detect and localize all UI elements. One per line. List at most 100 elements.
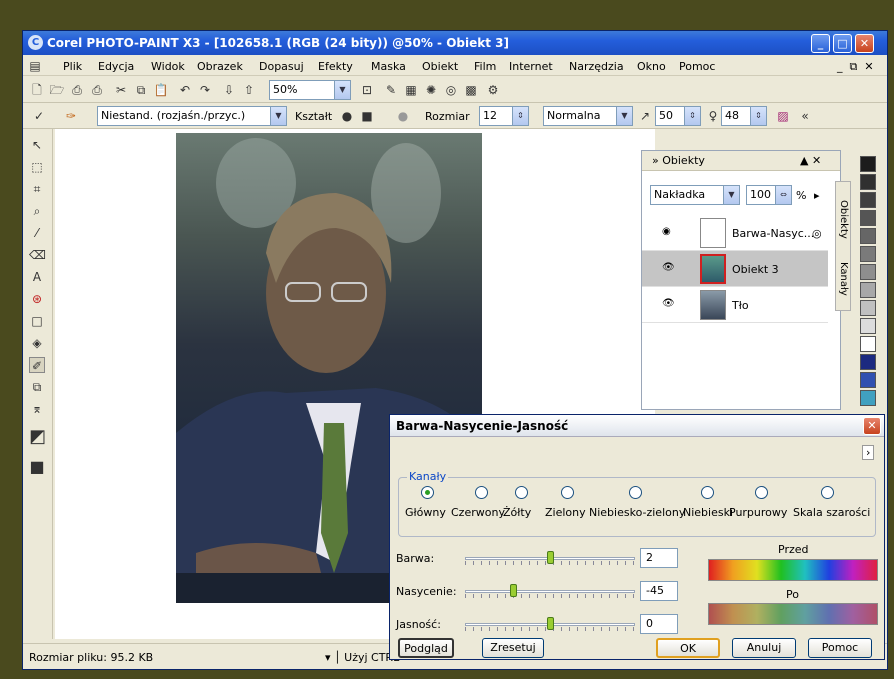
redo-icon[interactable]: ↷ (197, 82, 213, 98)
swatch-gray-7[interactable] (860, 282, 876, 298)
transparency-input[interactable]: 48 ⇕ (721, 106, 767, 126)
menu-film[interactable]: Film (474, 60, 496, 73)
undo-icon[interactable]: ↶ (177, 82, 193, 98)
print-icon[interactable]: ⎙ (89, 82, 105, 98)
hue-slider[interactable] (465, 551, 635, 565)
reset-button[interactable]: Zresetuj (482, 638, 544, 658)
lightness-input[interactable]: 0 (640, 614, 678, 634)
grid-icon[interactable]: ▩ (463, 82, 479, 98)
tab-channels[interactable]: Kanały (838, 262, 849, 296)
tool-options-icon[interactable]: ✓ (31, 108, 47, 124)
menu-plik[interactable]: Plik (63, 60, 82, 73)
mask-icon[interactable]: ▦ (403, 82, 419, 98)
effects-icon[interactable]: ✺ (423, 82, 439, 98)
swatch-black[interactable] (860, 156, 876, 172)
effect-tool-icon[interactable]: ✐ (29, 357, 45, 373)
menu-okno[interactable]: Okno (637, 60, 666, 73)
zoom-fit-icon[interactable]: ⊡ (359, 82, 375, 98)
swatch-navy[interactable] (860, 354, 876, 370)
flyout-arrow-icon[interactable]: ▸ (814, 189, 820, 202)
spinner-icon[interactable]: ⇔ (775, 186, 791, 204)
menu-obrazek[interactable]: Obrazek (197, 60, 243, 73)
spinner-icon[interactable]: ⇕ (512, 107, 528, 125)
preview-button[interactable]: Podgląd (398, 638, 454, 658)
zoom-combo[interactable]: 50% ▼ (269, 80, 351, 100)
swatch-gray-8[interactable] (860, 300, 876, 316)
swatch-cyan[interactable] (860, 390, 876, 406)
swatch-gray-6[interactable] (860, 264, 876, 280)
new-file-icon[interactable]: 🗋 (29, 82, 45, 98)
dialog-title-bar[interactable]: Barwa-Nasycenie-Jasność ✕ (390, 415, 884, 437)
lightness-slider[interactable] (465, 617, 635, 631)
radio-purpurowy[interactable] (755, 486, 768, 499)
minimize-button[interactable]: _ (811, 34, 830, 53)
doc-window-controls[interactable]: _ ⧉ ✕ (837, 60, 874, 74)
menu-pomoc[interactable]: Pomoc (679, 60, 715, 73)
brush-type-combo[interactable]: Niestand. (rozjaśn./przyc.) ▼ (97, 106, 287, 126)
menu-internet[interactable]: Internet (509, 60, 553, 73)
red-eye-icon[interactable]: ◎ (443, 82, 459, 98)
title-bar[interactable]: C Corel PHOTO-PAINT X3 - [102658.1 (RGB … (23, 31, 887, 55)
menu-obiekt[interactable]: Obiekt (422, 60, 458, 73)
chevron-down-icon[interactable]: ▼ (334, 81, 350, 99)
paste-icon[interactable]: 📋 (153, 82, 169, 98)
layer-row-1[interactable]: 👁 Obiekt 3 (642, 251, 828, 287)
lightness-slider-thumb[interactable] (547, 617, 554, 630)
spinner-icon[interactable]: ⇕ (684, 107, 700, 125)
chevron-down-icon[interactable]: ▼ (616, 107, 632, 125)
radio-zolty[interactable] (515, 486, 528, 499)
save-icon[interactable]: ⎙ (69, 82, 85, 98)
collapse-icon[interactable]: « (797, 108, 813, 124)
radio-czerwony[interactable] (475, 486, 488, 499)
square-shape-icon[interactable]: ■ (359, 108, 375, 124)
close-button[interactable]: ✕ (855, 34, 874, 53)
brush-tool-icon[interactable]: ✎ (383, 82, 399, 98)
hue-input[interactable]: 2 (640, 548, 678, 568)
import-icon[interactable]: ⇩ (221, 82, 237, 98)
chevron-down-icon[interactable]: ▼ (270, 107, 286, 125)
soft-shape-icon[interactable]: ● (395, 108, 411, 124)
visibility-icon[interactable]: 👁 (662, 263, 676, 273)
document-icon[interactable]: ▤ (27, 58, 43, 74)
red-eye-tool-icon[interactable]: ⊛ (29, 291, 45, 307)
spinner-icon[interactable]: ⇕ (750, 107, 766, 125)
radio-glowny[interactable] (421, 486, 434, 499)
copy-icon[interactable]: ⧉ (133, 82, 149, 98)
eyedropper-icon[interactable]: ⁄ (29, 225, 45, 241)
crop-tool-icon[interactable]: ⌗ (29, 181, 45, 197)
swatch-blue[interactable] (860, 372, 876, 388)
opacity-input[interactable]: 100 ⇔ (746, 185, 792, 205)
cancel-button[interactable]: Anuluj (732, 638, 796, 658)
hue-slider-thumb[interactable] (547, 551, 554, 564)
layer-row-2[interactable]: 👁 Tło (642, 287, 828, 323)
pick-tool-icon[interactable]: ↖ (29, 137, 45, 153)
swatch-white[interactable] (860, 336, 876, 352)
visibility-icon[interactable]: 👁 (662, 299, 676, 309)
swatch-gray-9[interactable] (860, 318, 876, 334)
export-icon[interactable]: ⇧ (241, 82, 257, 98)
menu-maska[interactable]: Maska (371, 60, 406, 73)
cut-icon[interactable]: ✂ (113, 82, 129, 98)
dialog-close-button[interactable]: ✕ (863, 417, 881, 435)
help-button[interactable]: Pomoc (808, 638, 872, 658)
radio-niebiesko-zielony[interactable] (629, 486, 642, 499)
visibility-off-icon[interactable]: ◉ (662, 227, 676, 237)
rectangle-tool-icon[interactable]: □ (29, 313, 45, 329)
tab-objects[interactable]: Obiekty (838, 200, 849, 239)
saturation-input[interactable]: -45 (640, 581, 678, 601)
saturation-slider-thumb[interactable] (510, 584, 517, 597)
maximize-button[interactable]: □ (833, 34, 852, 53)
docker-header[interactable]: » Obiekty ▲ ✕ (642, 151, 840, 171)
ok-button[interactable]: OK (656, 638, 720, 658)
size-input[interactable]: 12 ⇕ (479, 106, 529, 126)
menu-narzedzia[interactable]: Narzędzia (569, 60, 624, 73)
radio-niebieski[interactable] (701, 486, 714, 499)
swatch-gray-1[interactable] (860, 174, 876, 190)
layer-row-0[interactable]: ◉ Barwa-Nasyc... ◎ (642, 215, 828, 251)
blend-mode-combo[interactable]: Nakładka ▼ (650, 185, 740, 205)
open-file-icon[interactable]: 🗁 (49, 82, 65, 98)
image-sprayer-icon[interactable]: ⌆ (29, 401, 45, 417)
clone-tool-icon[interactable]: ⧉ (29, 379, 45, 395)
brush-settings-icon[interactable]: ▨ (775, 108, 791, 124)
swatch-gray-3[interactable] (860, 210, 876, 226)
